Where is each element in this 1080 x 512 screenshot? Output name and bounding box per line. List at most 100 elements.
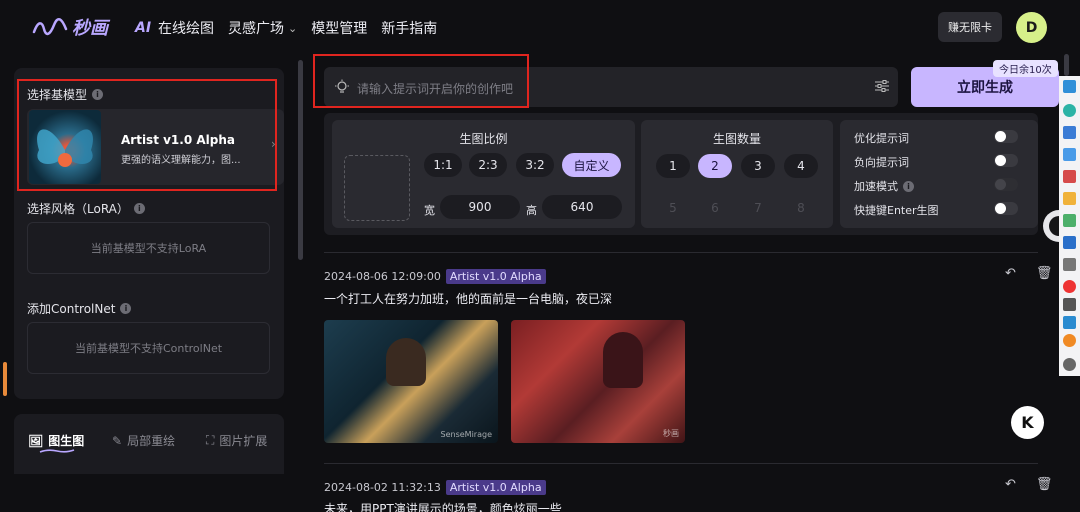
- model-tag: Artist v1.0 Alpha: [445, 480, 546, 495]
- ratio-card: 生图比例 1:1 2:3 3:2 自定义 宽 900 高 640: [332, 120, 635, 228]
- enter-shortcut-toggle[interactable]: [994, 202, 1018, 215]
- ratio-3-2[interactable]: 3:2: [516, 153, 554, 177]
- tab-active-indicator: [39, 449, 75, 453]
- gear-icon[interactable]: [1063, 358, 1076, 371]
- count-option[interactable]: 1: [656, 154, 690, 178]
- negative-prompt-toggle[interactable]: [994, 154, 1018, 167]
- model-tag: Artist v1.0 Alpha: [445, 269, 546, 284]
- generated-image[interactable]: SenseMirage: [324, 320, 498, 443]
- nav-inspiration[interactable]: 灵感广场 ⌄: [228, 18, 297, 38]
- ratio-title: 生图比例: [459, 132, 508, 146]
- count-card: 生图数量 1 2 3 4 5 6 7 8: [641, 120, 833, 228]
- width-input[interactable]: 900: [440, 195, 520, 219]
- top-bar: 秒画 AI 在线绘图 灵感广场 ⌄ 模型管理 新手指南 赚无限卡 D: [0, 0, 1080, 54]
- tab-inpaint[interactable]: ✎ 局部重绘: [112, 432, 175, 449]
- controlnet-title: 添加ControlNet i: [27, 300, 132, 317]
- folder-icon[interactable]: [1063, 192, 1076, 205]
- section-label: 选择风格（LoRA）: [27, 202, 129, 216]
- picture-icon[interactable]: [1063, 214, 1076, 227]
- main-nav: AI 在线绘图 灵感广场 ⌄ 模型管理 新手指南: [135, 18, 437, 38]
- settings-icon[interactable]: [1063, 298, 1076, 311]
- history-time: 2024-08-06 12:09:00: [324, 270, 441, 283]
- negative-prompt-row: 负向提示词: [854, 154, 909, 170]
- history-prompt: 一个打工人在努力加班，他的面前是一台电脑，夜已深: [324, 292, 613, 306]
- nav-guide[interactable]: 新手指南: [381, 18, 437, 38]
- k-badge[interactable]: K: [1011, 406, 1044, 439]
- generated-image[interactable]: 秒画: [511, 320, 685, 443]
- image-icon: 🖼: [28, 433, 44, 448]
- edge-scroll-indicator[interactable]: [3, 362, 7, 396]
- controlnet-empty-box: 当前基模型不支持ControlNet: [27, 322, 270, 374]
- app-icon[interactable]: [1063, 126, 1076, 139]
- count-option[interactable]: 3: [741, 154, 775, 178]
- height-input[interactable]: 640: [542, 195, 622, 219]
- optimize-prompt-row: 优化提示词: [854, 130, 909, 146]
- nav-online-draw[interactable]: AI 在线绘图: [135, 18, 214, 38]
- enter-shortcut-row: 快捷键Enter生图: [854, 202, 939, 218]
- monitor-icon[interactable]: [1063, 80, 1076, 93]
- optimize-prompt-toggle[interactable]: [994, 130, 1018, 143]
- toggle-label: 加速模式: [854, 180, 898, 193]
- nav-ai-label: AI: [135, 20, 152, 36]
- window-icon[interactable]: [1063, 148, 1076, 161]
- history-prompt: 未来，用PPT演讲展示的场景，颜色炫丽一些: [324, 502, 562, 512]
- tab-image-to-image[interactable]: 🖼 图生图: [28, 432, 84, 449]
- history-actions: ↶ 🗑: [1005, 266, 1052, 281]
- info-icon[interactable]: i: [903, 180, 914, 192]
- shield-icon[interactable]: [1063, 280, 1076, 293]
- brush-icon: ✎: [112, 433, 123, 448]
- height-label: 高: [526, 204, 537, 217]
- quota-badge: 今日余10次: [993, 60, 1058, 77]
- tab-outpaint[interactable]: ⛶ 图片扩展: [206, 432, 267, 449]
- logo-wave-icon: [32, 17, 68, 36]
- highlight-frame: [17, 79, 277, 191]
- width-label: 宽: [424, 204, 435, 217]
- divider: [324, 252, 1038, 253]
- count-option: 7: [754, 201, 762, 215]
- reuse-icon[interactable]: ↶: [1005, 266, 1016, 281]
- lora-title: 选择风格（LoRA） i: [27, 200, 145, 217]
- display-icon[interactable]: [1063, 316, 1076, 329]
- video-icon[interactable]: [1063, 236, 1076, 249]
- count-option: 6: [711, 201, 719, 215]
- info-icon[interactable]: i: [133, 203, 145, 214]
- reuse-icon[interactable]: ↶: [1005, 477, 1016, 492]
- watermark: 秒画: [663, 429, 679, 438]
- avatar[interactable]: D: [1016, 12, 1047, 43]
- ratio-preview: [344, 155, 410, 221]
- tab-label: 局部重绘: [127, 434, 176, 448]
- logo[interactable]: 秒画: [32, 14, 108, 40]
- chevron-down-icon: ⌄: [288, 21, 298, 35]
- search-icon[interactable]: [1063, 334, 1076, 347]
- user-icon[interactable]: [1063, 104, 1076, 117]
- history-meta: 2024-08-02 11:32:13 Artist v1.0 Alpha: [324, 480, 546, 495]
- expand-icon: ⛶: [206, 433, 215, 447]
- nav-label: 在线绘图: [158, 21, 215, 37]
- grid-icon[interactable]: [1063, 170, 1076, 183]
- nav-label: 灵感广场: [228, 21, 285, 37]
- section-label: 添加ControlNet: [27, 302, 116, 316]
- more-icon[interactable]: [1063, 258, 1076, 271]
- ratio-custom[interactable]: 自定义: [562, 153, 621, 177]
- history-meta: 2024-08-06 12:09:00 Artist v1.0 Alpha: [324, 269, 546, 284]
- trash-icon[interactable]: 🗑: [1036, 477, 1053, 492]
- count-option[interactable]: 4: [784, 154, 818, 178]
- toggle-label: 快捷键Enter生图: [854, 204, 939, 217]
- unlimited-card-button[interactable]: 赚无限卡: [938, 12, 1002, 42]
- settings-sliders-icon[interactable]: [874, 78, 890, 94]
- nav-model-manage[interactable]: 模型管理: [311, 18, 367, 38]
- tab-label: 图片扩展: [219, 434, 268, 448]
- ratio-2-3[interactable]: 2:3: [469, 153, 507, 177]
- history-time: 2024-08-02 11:32:13: [324, 481, 441, 494]
- left-scrollbar[interactable]: [298, 60, 303, 260]
- toggle-label: 优化提示词: [854, 132, 909, 145]
- tab-label: 图生图: [48, 434, 85, 448]
- person-silhouette: [386, 338, 426, 386]
- ratio-1-1[interactable]: 1:1: [424, 153, 462, 177]
- info-icon[interactable]: i: [120, 303, 132, 314]
- trash-icon[interactable]: 🗑: [1036, 266, 1053, 281]
- right-scrollbar[interactable]: [1064, 54, 1069, 76]
- count-option[interactable]: 2: [698, 154, 732, 178]
- person-silhouette: [603, 332, 643, 388]
- lora-empty-box: 当前基模型不支持LoRA: [27, 222, 270, 274]
